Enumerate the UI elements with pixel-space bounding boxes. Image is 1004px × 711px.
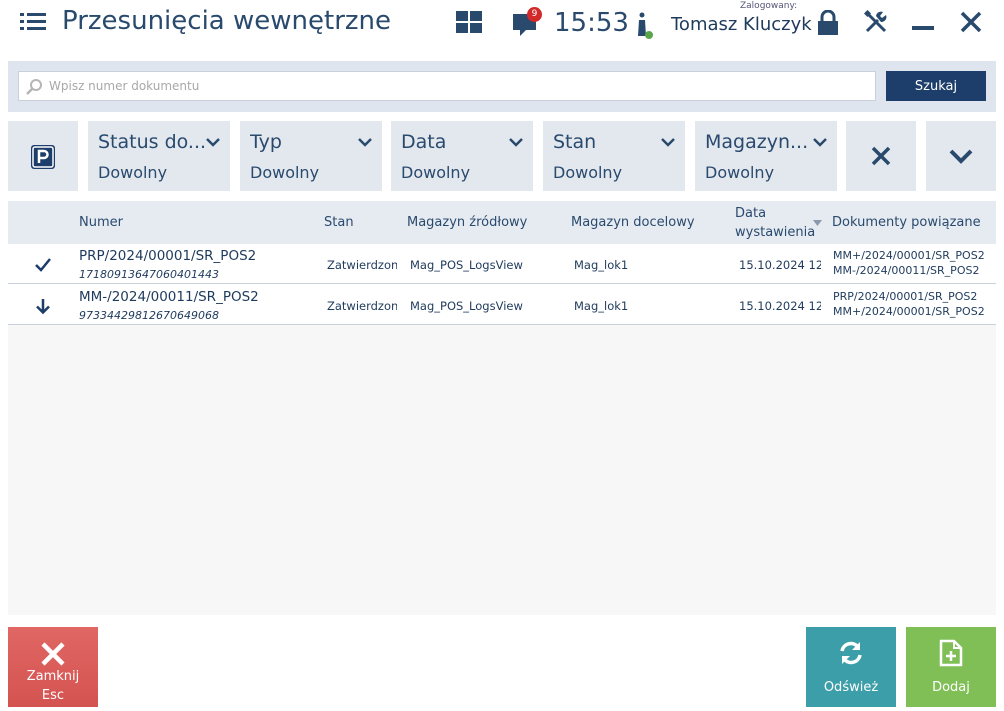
minimize-icon[interactable] <box>912 24 934 32</box>
filter-value: Dowolny <box>98 163 168 182</box>
header: Przesunięcia wewnętrzne 9 15:53 Zalogowa… <box>0 0 1004 50</box>
page-title: Przesunięcia wewnętrzne <box>62 6 391 36</box>
chevron-down-icon <box>358 138 372 147</box>
search-icon <box>26 79 42 95</box>
cell-magazyn-docelowy: Mag_lok1 <box>574 258 629 272</box>
close-x-icon <box>41 642 65 666</box>
search-button[interactable]: Szukaj <box>886 71 986 101</box>
parking-button[interactable] <box>8 121 78 191</box>
document-number: MM-/2024/00011/SR_POS2 <box>79 289 259 305</box>
app-window: Przesunięcia wewnętrzne 9 15:53 Zalogowa… <box>0 0 1004 711</box>
filter-value: Dowolny <box>553 163 623 182</box>
add-button[interactable]: Dodaj <box>906 627 996 707</box>
cell-data: 15.10.2024 12:2 <box>739 258 821 272</box>
cell-magazyn-zrodlowy: Mag_POS_LogsView <box>410 258 523 272</box>
refresh-icon <box>840 641 862 665</box>
close-button[interactable]: Zamknij Esc <box>8 627 98 707</box>
filter-value: Dowolny <box>705 163 775 182</box>
clear-x-icon <box>871 146 891 166</box>
related-document: MM+/2024/00001/SR_POS2 <box>833 305 985 318</box>
close-button-shortcut: Esc <box>41 688 65 703</box>
filter-label: Typ <box>250 131 282 153</box>
chevron-down-icon <box>509 138 523 147</box>
cell-data: 15.10.2024 12:2 <box>739 299 821 313</box>
filter-label: Stan <box>553 131 597 153</box>
close-button-label: Zamknij <box>26 669 80 684</box>
filter-typ[interactable]: Typ Dowolny <box>240 121 382 191</box>
refresh-button[interactable]: Odśwież <box>806 627 896 707</box>
sort-desc-icon[interactable] <box>813 220 822 226</box>
table-row[interactable]: PRP/2024/00001/SR_POS2 17180913647060401… <box>8 244 996 284</box>
filter-stan[interactable]: Stan Dowolny <box>543 121 685 191</box>
check-icon <box>35 258 51 272</box>
chevron-down-icon <box>813 138 827 147</box>
cell-stan: Zatwierdzony <box>327 299 397 313</box>
column-header-magazyn-zrodlowy[interactable]: Magazyn źródłowy <box>407 215 527 230</box>
column-header-magazyn-docelowy[interactable]: Magazyn docelowy <box>571 215 695 230</box>
column-header-numer[interactable]: Numer <box>79 215 123 230</box>
arrow-down-icon <box>36 299 50 315</box>
filter-data[interactable]: Data Dowolny <box>391 121 533 191</box>
close-icon[interactable] <box>960 11 982 33</box>
column-header-data-line2[interactable]: wystawienia <box>735 225 815 240</box>
logged-in-label: Zalogowany: <box>740 1 798 11</box>
hamburger-menu-icon[interactable] <box>20 10 48 34</box>
search-input[interactable] <box>49 74 869 98</box>
related-document: MM-/2024/00011/SR_POS2 <box>833 264 980 277</box>
filter-label: Magazyn... <box>705 131 809 153</box>
cell-stan: Zatwierdzony <box>327 258 397 272</box>
user-status-icon <box>638 12 653 39</box>
chevron-down-icon <box>949 149 973 164</box>
refresh-button-label: Odśwież <box>823 680 879 695</box>
clear-filters-button[interactable] <box>846 121 916 191</box>
clock: 15:53 <box>554 8 629 38</box>
parking-icon <box>31 145 55 169</box>
document-code: 17180913647060401443 <box>79 268 219 281</box>
table-row[interactable]: MM-/2024/00011/SR_POS2 97334429812670649… <box>8 285 996 325</box>
filter-value: Dowolny <box>401 163 471 182</box>
filter-status-dokumentu[interactable]: Status do... Dowolny <box>88 121 230 191</box>
chevron-down-icon <box>206 138 220 147</box>
related-document: PRP/2024/00001/SR_POS2 <box>833 290 978 303</box>
column-header-stan[interactable]: Stan <box>324 215 354 230</box>
cell-magazyn-zrodlowy: Mag_POS_LogsView <box>410 299 523 313</box>
column-header-data-line1[interactable]: Data <box>735 206 766 221</box>
dashboard-grid-icon[interactable] <box>456 11 482 33</box>
search-field <box>18 71 876 101</box>
document-number: PRP/2024/00001/SR_POS2 <box>79 248 257 264</box>
related-document: MM+/2024/00001/SR_POS2 <box>833 249 985 262</box>
notification-badge: 9 <box>527 7 542 22</box>
user-name: Tomasz Kluczyk <box>671 14 812 35</box>
filter-label: Data <box>401 131 447 153</box>
expand-filters-button[interactable] <box>926 121 996 191</box>
filter-label: Status do... <box>98 131 204 153</box>
chevron-down-icon <box>661 138 675 147</box>
column-header-dokumenty-powiazane[interactable]: Dokumenty powiązane <box>832 215 981 230</box>
table-header: Numer Stan Magazyn źródłowy Magazyn doce… <box>8 201 996 244</box>
document-code: 97334429812670649068 <box>79 309 219 322</box>
tools-icon[interactable] <box>864 10 888 34</box>
cell-magazyn-docelowy: Mag_lok1 <box>574 299 629 313</box>
add-document-icon <box>939 639 963 667</box>
filter-value: Dowolny <box>250 163 320 182</box>
filter-magazyn[interactable]: Magazyn... Dowolny <box>695 121 837 191</box>
table-empty-area <box>8 325 996 615</box>
add-button-label: Dodaj <box>932 680 970 695</box>
lock-icon[interactable] <box>816 10 840 36</box>
